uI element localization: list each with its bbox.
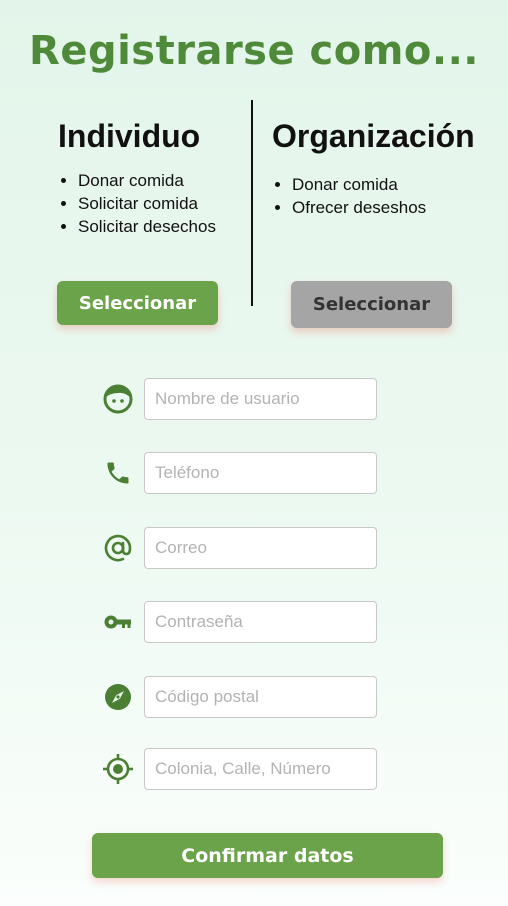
confirm-data-button[interactable]: Confirmar datos bbox=[92, 833, 443, 878]
organization-option: Organización Donar comida Ofrecer desesh… bbox=[272, 118, 475, 219]
password-row bbox=[100, 601, 400, 643]
individual-heading: Individuo bbox=[58, 118, 201, 154]
username-input[interactable] bbox=[144, 378, 377, 420]
list-item: Solicitar desechos bbox=[78, 215, 216, 238]
at-sign-icon bbox=[102, 532, 134, 564]
organization-heading: Organización bbox=[272, 118, 475, 154]
address-input[interactable] bbox=[144, 748, 377, 790]
postal-code-input[interactable] bbox=[144, 676, 377, 718]
postal-code-row bbox=[100, 676, 400, 718]
email-input[interactable] bbox=[144, 527, 377, 569]
individual-feature-list: Donar comida Solicitar comida Solicitar … bbox=[58, 169, 216, 238]
email-row bbox=[100, 527, 400, 569]
list-item: Donar comida bbox=[292, 173, 475, 196]
column-divider bbox=[251, 100, 253, 306]
organization-feature-list: Donar comida Ofrecer deseshos bbox=[272, 173, 475, 219]
compass-icon bbox=[102, 681, 134, 713]
select-individual-button[interactable]: Seleccionar bbox=[57, 281, 218, 325]
address-row bbox=[100, 748, 400, 790]
location-target-icon bbox=[102, 753, 134, 785]
password-input[interactable] bbox=[144, 601, 377, 643]
list-item: Solicitar comida bbox=[78, 192, 216, 215]
key-icon bbox=[102, 606, 134, 638]
user-face-icon bbox=[102, 383, 134, 415]
username-row bbox=[100, 378, 400, 420]
page-title: Registrarse como... bbox=[29, 28, 479, 74]
select-organization-button[interactable]: Seleccionar bbox=[291, 281, 452, 328]
list-item: Ofrecer deseshos bbox=[292, 196, 475, 219]
phone-icon bbox=[102, 457, 134, 489]
phone-input[interactable] bbox=[144, 452, 377, 494]
individual-option: Individuo Donar comida Solicitar comida … bbox=[58, 118, 216, 238]
list-item: Donar comida bbox=[78, 169, 216, 192]
phone-row bbox=[100, 452, 400, 494]
